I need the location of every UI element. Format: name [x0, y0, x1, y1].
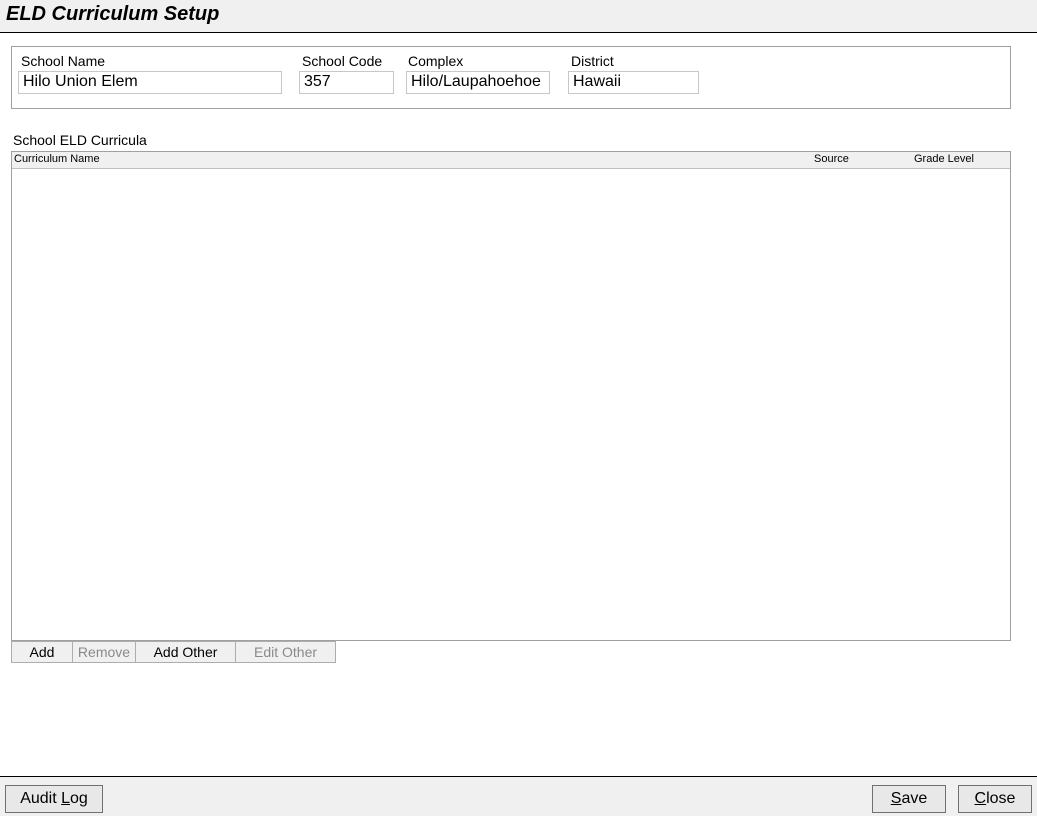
save-button[interactable]: Save	[872, 785, 946, 813]
school-code-field[interactable]: 357	[299, 71, 394, 94]
column-header-curriculum-name[interactable]: Curriculum Name	[14, 153, 100, 165]
school-code-label: School Code	[302, 53, 383, 69]
add-other-button[interactable]: Add Other	[135, 641, 236, 663]
close-accelerator: C	[974, 790, 987, 807]
close-label-post: lose	[986, 790, 1016, 807]
district-label: District	[571, 53, 614, 69]
school-name-field[interactable]: Hilo Union Elem	[18, 71, 282, 94]
column-header-source[interactable]: Source	[814, 153, 849, 165]
curricula-table-header: Curriculum Name Source Grade Level	[12, 152, 1010, 169]
remove-button[interactable]: Remove	[72, 641, 136, 663]
edit-other-button[interactable]: Edit Other	[235, 641, 336, 663]
audit-log-label-pre: Audit	[20, 790, 62, 807]
complex-field[interactable]: Hilo/Laupahoehoe	[406, 71, 550, 94]
title-bar: ELD Curriculum Setup	[0, 0, 1037, 33]
complex-label: Complex	[408, 53, 464, 69]
column-header-grade-level[interactable]: Grade Level	[914, 153, 974, 165]
save-label-post: ave	[901, 790, 928, 807]
school-name-label: School Name	[21, 53, 106, 69]
window-title: ELD Curriculum Setup	[6, 3, 220, 25]
curricula-table-body	[12, 169, 1010, 640]
close-button[interactable]: Close	[958, 785, 1032, 813]
district-field[interactable]: Hawaii	[568, 71, 699, 94]
save-accelerator: S	[890, 790, 902, 807]
footer-bar: Audit Log Save Close	[0, 776, 1037, 816]
audit-log-label-post: og	[70, 790, 88, 807]
audit-log-accelerator: L	[61, 790, 71, 807]
curricula-section-label: School ELD Curricula	[13, 132, 147, 148]
curricula-table[interactable]: Curriculum Name Source Grade Level	[11, 151, 1011, 641]
add-button[interactable]: Add	[11, 641, 73, 663]
school-info-panel: School Name Hilo Union Elem School Code …	[11, 46, 1011, 109]
audit-log-button[interactable]: Audit Log	[5, 785, 103, 813]
